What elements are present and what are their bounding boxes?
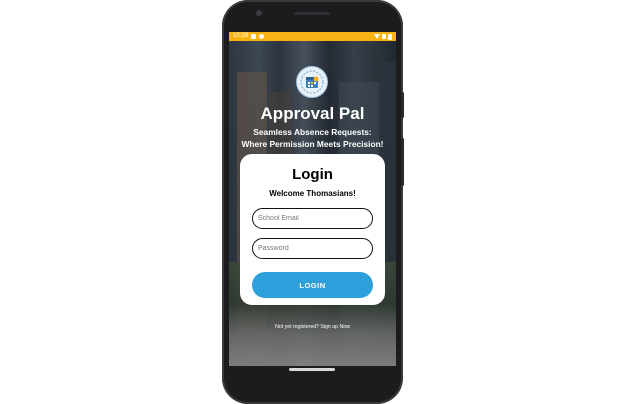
volume-button bbox=[401, 138, 404, 186]
signal-icon bbox=[382, 34, 386, 39]
battery-icon bbox=[388, 33, 392, 40]
login-card: Login Welcome Thomasians! LOGIN bbox=[240, 154, 385, 305]
password-input[interactable] bbox=[252, 238, 373, 259]
home-gesture-bar[interactable] bbox=[289, 368, 335, 371]
school-email-input[interactable] bbox=[252, 208, 373, 229]
login-button[interactable]: LOGIN bbox=[252, 272, 373, 298]
signup-link[interactable]: Not yet registered? Sign up Now bbox=[229, 324, 396, 330]
earpiece-speaker bbox=[294, 12, 330, 15]
notification-icon bbox=[251, 34, 257, 39]
calendar-logo-icon bbox=[296, 66, 328, 98]
tagline-line-1: Seamless Absence Requests: bbox=[253, 127, 372, 137]
tagline-line-2: Where Permission Meets Precision! bbox=[241, 139, 384, 149]
app-tagline: Seamless Absence Requests: Where Permiss… bbox=[229, 126, 396, 150]
wifi-icon bbox=[374, 34, 380, 39]
app-title: Approval Pal bbox=[260, 104, 365, 123]
status-time: 10:29 bbox=[233, 33, 249, 39]
sync-icon bbox=[259, 34, 265, 39]
app-screen: 10:29 Approval Pal Seamless Absence Requ… bbox=[229, 32, 396, 366]
welcome-text: Welcome Thomasians! bbox=[269, 189, 356, 198]
status-bar: 10:29 bbox=[229, 32, 396, 41]
power-button bbox=[401, 92, 404, 118]
front-camera bbox=[256, 10, 262, 16]
login-title: Login bbox=[292, 166, 333, 183]
